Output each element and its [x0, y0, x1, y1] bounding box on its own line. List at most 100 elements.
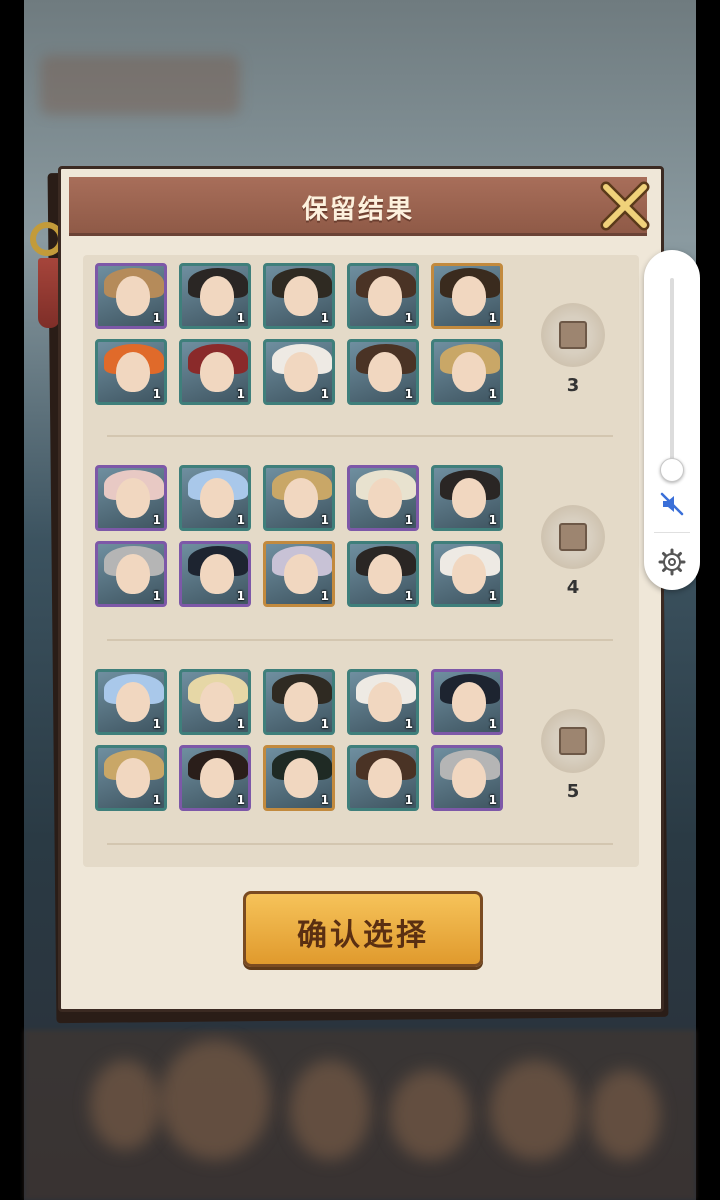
volume-mute-button[interactable]	[658, 490, 686, 518]
background-title-blur	[40, 55, 240, 115]
hero-avatar: 1	[431, 745, 503, 811]
gear-icon	[658, 548, 686, 576]
hero-avatar: 1	[431, 669, 503, 735]
hero-avatar: 1	[347, 339, 419, 405]
hero-face	[368, 758, 402, 798]
group-number-label: 4	[566, 577, 580, 598]
hero-avatar: 1	[263, 745, 335, 811]
hero-avatar: 1	[431, 465, 503, 531]
hero-avatar: 1	[95, 465, 167, 531]
hero-count: 1	[152, 387, 161, 401]
hero-count: 1	[152, 793, 161, 807]
hero-face	[200, 758, 234, 798]
hero-avatar: 1	[179, 263, 251, 329]
hero-avatar: 1	[263, 465, 335, 531]
hero-face	[368, 682, 402, 722]
volume-slider-knob[interactable]	[660, 458, 684, 482]
hero-avatar: 1	[179, 745, 251, 811]
group-number-label: 5	[566, 781, 580, 802]
hero-count: 1	[488, 793, 497, 807]
background-figure	[590, 1070, 660, 1160]
group-number-label: 3	[566, 375, 580, 396]
close-icon	[600, 181, 650, 231]
hero-count: 1	[152, 513, 161, 527]
hero-avatar: 1	[179, 541, 251, 607]
volume-slider-track[interactable]	[670, 278, 674, 468]
background-figure	[290, 1060, 370, 1160]
hero-avatar: 1	[95, 263, 167, 329]
hero-face	[116, 276, 150, 316]
hero-count: 1	[152, 311, 161, 325]
hero-face	[452, 276, 486, 316]
tassel-ornament	[38, 258, 60, 328]
hero-count: 1	[236, 513, 245, 527]
confirm-selection-button[interactable]: 确认选择	[243, 891, 483, 967]
hero-face	[116, 554, 150, 594]
volume-panel	[644, 250, 700, 590]
group-select-checkbox[interactable]	[541, 303, 605, 367]
hero-face	[284, 478, 318, 518]
close-button[interactable]	[596, 177, 654, 235]
group-select-checkbox[interactable]	[541, 709, 605, 773]
hero-avatar: 1	[95, 339, 167, 405]
confirm-selection-label: 确认选择	[297, 918, 429, 953]
hero-count: 1	[320, 717, 329, 731]
dialog-title-bar: 保留结果	[69, 177, 647, 236]
hero-count: 1	[236, 793, 245, 807]
background-figure	[490, 1060, 580, 1160]
hero-count: 1	[320, 589, 329, 603]
checkbox-box	[559, 321, 587, 349]
group-select-checkbox[interactable]	[541, 505, 605, 569]
hero-count: 1	[404, 717, 413, 731]
background-figure	[160, 1040, 270, 1160]
hero-avatar: 1	[95, 669, 167, 735]
hero-avatar: 1	[431, 339, 503, 405]
hero-face	[284, 682, 318, 722]
hero-avatar: 1	[179, 669, 251, 735]
hero-count: 1	[236, 589, 245, 603]
hero-count: 1	[488, 589, 497, 603]
hero-avatar: 1	[263, 339, 335, 405]
hero-count: 1	[236, 387, 245, 401]
hero-count: 1	[404, 311, 413, 325]
background-figure	[90, 1060, 160, 1150]
hero-face	[368, 554, 402, 594]
hero-avatar: 1	[95, 541, 167, 607]
results-panel: 1 1 1 1 1 1 1 1 1 1 3 1 1 1 1 1 1 1 1 1 1 4 1 1 1 1 1 1 1 1 1 1 5	[83, 255, 639, 867]
hero-count: 1	[320, 311, 329, 325]
hero-count: 1	[320, 793, 329, 807]
hero-count: 1	[488, 513, 497, 527]
hero-face	[116, 478, 150, 518]
group-divider	[107, 435, 613, 437]
volume-panel-separator	[654, 532, 690, 533]
hero-face	[452, 682, 486, 722]
hero-face	[116, 682, 150, 722]
hero-avatar: 1	[431, 541, 503, 607]
dialog-title: 保留结果	[301, 195, 414, 225]
hero-face	[284, 276, 318, 316]
hero-face	[368, 352, 402, 392]
volume-mute-icon	[660, 492, 684, 516]
hero-count: 1	[152, 717, 161, 731]
hero-face	[368, 276, 402, 316]
hero-face	[116, 758, 150, 798]
checkbox-box	[559, 523, 587, 551]
hero-face	[200, 276, 234, 316]
hero-avatar: 1	[347, 669, 419, 735]
hero-avatar: 1	[347, 465, 419, 531]
background-figure	[390, 1070, 470, 1160]
settings-button[interactable]	[658, 548, 686, 576]
hero-count: 1	[236, 717, 245, 731]
hero-face	[284, 352, 318, 392]
hero-count: 1	[488, 717, 497, 731]
hero-avatar: 1	[263, 263, 335, 329]
hero-avatar: 1	[347, 263, 419, 329]
hero-face	[284, 758, 318, 798]
hero-face	[368, 478, 402, 518]
group-divider	[107, 639, 613, 641]
group-divider	[107, 843, 613, 845]
hero-face	[200, 478, 234, 518]
hero-face	[452, 758, 486, 798]
hero-face	[200, 554, 234, 594]
hero-avatar: 1	[263, 541, 335, 607]
